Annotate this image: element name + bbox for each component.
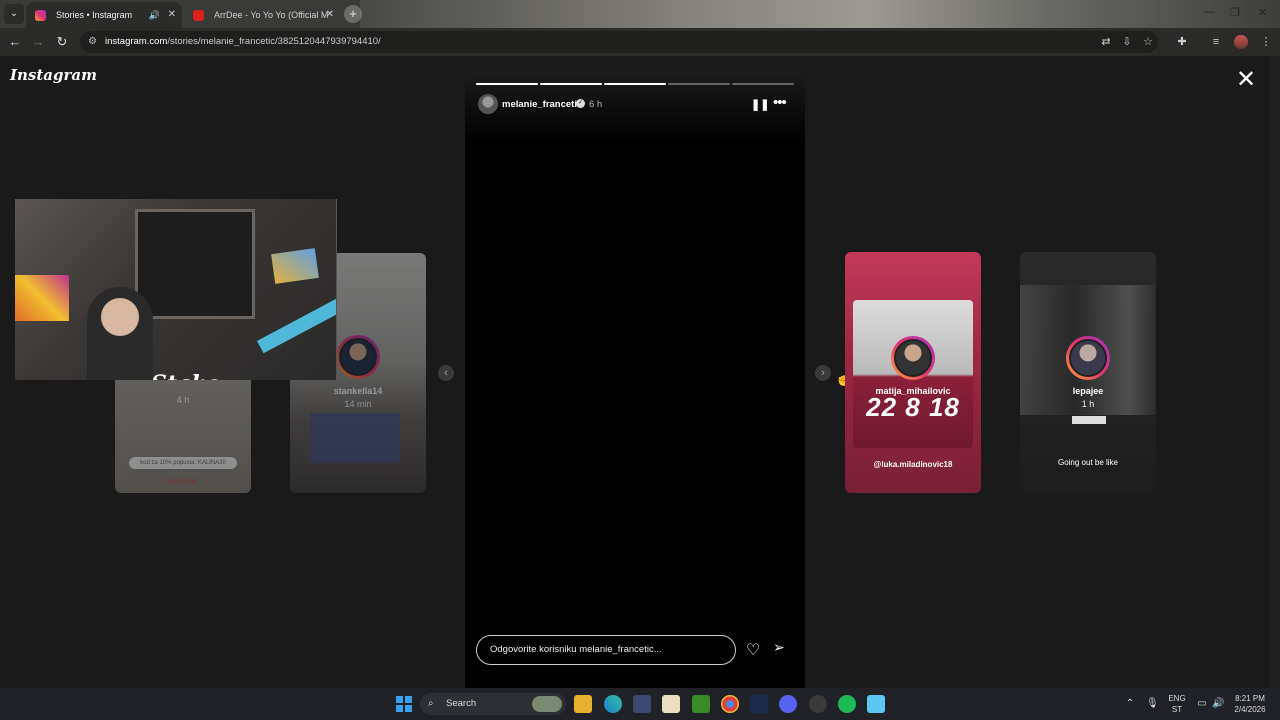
steam-icon[interactable] bbox=[750, 695, 768, 713]
language-indicator[interactable]: ENG ST bbox=[1166, 688, 1188, 720]
heart-icon[interactable]: ♡ bbox=[746, 640, 760, 660]
story-progress-segment bbox=[732, 83, 794, 85]
address-bar[interactable]: ⚙ instagram.com/stories/melanie_franceti… bbox=[80, 31, 1158, 53]
avatar bbox=[1066, 336, 1110, 380]
taskbar-search[interactable]: ⌕ Search bbox=[420, 693, 566, 715]
close-window-icon[interactable]: ✕ bbox=[1258, 6, 1267, 19]
story-time: 14 min bbox=[344, 399, 372, 409]
minimize-icon[interactable]: — bbox=[1204, 6, 1215, 18]
volume-icon[interactable]: 🔊 bbox=[1212, 688, 1224, 720]
promo-label: kod za 10% popusta: KALINA30 bbox=[129, 457, 237, 469]
forward-arrow-icon[interactable]: → bbox=[29, 33, 47, 51]
streamer-figure bbox=[87, 287, 153, 380]
headline-text: 22 8 18 bbox=[866, 392, 960, 422]
stream-webcam-overlay: Stake bbox=[15, 199, 337, 380]
new-tab-button[interactable]: + bbox=[344, 5, 362, 23]
verified-badge-icon: ✓ bbox=[576, 99, 585, 108]
notes-app-icon[interactable] bbox=[662, 695, 680, 713]
extensions-icon[interactable]: ✚ bbox=[1174, 34, 1190, 50]
story-progress-segment bbox=[604, 83, 666, 85]
browser-toolbar: ← → ↻ ⚙ instagram.com/stories/melanie_fr… bbox=[0, 28, 1280, 56]
microphone-icon[interactable]: 🎙 bbox=[1146, 688, 1159, 720]
windows-start-icon[interactable] bbox=[396, 696, 412, 712]
taskbar: ⌕ Search ⌃ 🎙 ENG ST ▭ 🔊 8:21 PM 2/4/2026 bbox=[0, 688, 1280, 720]
search-icon: ⌕ bbox=[428, 698, 434, 709]
mention-tag: @luka.miladinovic18 bbox=[873, 460, 953, 469]
story-username: lepajee bbox=[1072, 386, 1104, 396]
send-icon[interactable]: ➢ bbox=[773, 639, 785, 656]
previous-story-chevron-icon[interactable]: ‹ bbox=[438, 365, 454, 381]
media-controls-icon[interactable]: ≡ bbox=[1208, 34, 1224, 50]
app-icon[interactable] bbox=[809, 695, 827, 713]
profile-avatar[interactable] bbox=[1234, 35, 1248, 49]
instagram-logo[interactable]: Instagram bbox=[10, 66, 97, 84]
promo-title: KUPON bbox=[168, 479, 198, 486]
maximize-icon[interactable]: ❐ bbox=[1230, 6, 1240, 19]
pause-icon[interactable]: ❚❚ bbox=[751, 98, 769, 111]
browser-tab-strip: ⌄ Stories • Instagram 🔊 ✕ ArrDee - Yo Yo… bbox=[0, 0, 1280, 28]
stake-logo: Stake bbox=[151, 371, 221, 380]
edge-icon[interactable] bbox=[604, 695, 622, 713]
stories-page: Instagram ✕ 4 h kod za 10% popusta: KALI… bbox=[0, 56, 1280, 688]
story-viewer[interactable]: melanie_francetic ✓ 6 h ❚❚ ••• Odgovorit… bbox=[465, 72, 805, 688]
tab-strip-background bbox=[360, 0, 1280, 28]
story-card-matija-mihailovic[interactable]: matija_mihailovic 22 8 18 @luka.miladino… bbox=[845, 252, 981, 493]
story-progress-segment bbox=[668, 83, 730, 85]
next-story-chevron-icon[interactable]: › bbox=[815, 365, 831, 381]
tab-title: Stories • Instagram bbox=[56, 10, 133, 20]
discord-icon[interactable] bbox=[779, 695, 797, 713]
story-time: 6 h bbox=[589, 99, 603, 110]
install-app-icon[interactable]: ⇩ bbox=[1119, 34, 1135, 50]
avatar bbox=[891, 336, 935, 380]
story-card-lepajee[interactable]: lepajee 1 h Going out be like bbox=[1020, 252, 1156, 493]
youtube-icon bbox=[193, 10, 204, 21]
url-text: instagram.com/stories/melanie_francetic/… bbox=[105, 36, 381, 47]
story-caption: Going out be like bbox=[1057, 458, 1119, 467]
network-icon[interactable]: ▭ bbox=[1196, 688, 1208, 720]
page-scrollbar[interactable] bbox=[1270, 56, 1280, 688]
bookmark-star-icon[interactable]: ☆ bbox=[1140, 34, 1156, 50]
story-progress-segment bbox=[540, 83, 602, 85]
minecraft-icon[interactable] bbox=[692, 695, 710, 713]
notepad-icon[interactable] bbox=[867, 695, 885, 713]
story-progress-segment bbox=[476, 83, 538, 85]
story-username: stankella14 bbox=[333, 386, 383, 396]
menu-kebab-icon[interactable]: ⋮ bbox=[1258, 34, 1274, 50]
file-explorer-icon[interactable] bbox=[574, 695, 592, 713]
instagram-icon bbox=[35, 10, 46, 21]
close-stories-button[interactable]: ✕ bbox=[1236, 68, 1256, 92]
tab-title: ArrDee - Yo Yo Yo (Official M bbox=[214, 10, 329, 20]
story-username[interactable]: melanie_francetic bbox=[502, 99, 582, 110]
speaker-icon[interactable]: 🔊 bbox=[149, 2, 160, 28]
chrome-icon[interactable] bbox=[721, 695, 739, 713]
search-label: Search bbox=[446, 698, 477, 709]
avatar[interactable] bbox=[478, 94, 498, 114]
story-time: 4 h bbox=[176, 395, 190, 405]
back-arrow-icon[interactable]: ← bbox=[6, 33, 24, 51]
translate-icon[interactable]: ⇄ bbox=[1098, 34, 1114, 50]
close-icon[interactable]: ✕ bbox=[326, 2, 334, 28]
chevron-up-icon[interactable]: ⌃ bbox=[1124, 688, 1136, 720]
story-time: 1 h bbox=[1081, 399, 1095, 409]
store-icon[interactable] bbox=[633, 695, 651, 713]
reply-input[interactable]: Odgovorite korisniku melanie_francetic..… bbox=[476, 635, 736, 665]
close-icon[interactable]: ✕ bbox=[168, 2, 176, 28]
clock[interactable]: 8:21 PM 2/4/2026 bbox=[1228, 688, 1272, 720]
tab-youtube[interactable]: ArrDee - Yo Yo Yo (Official M ✕ bbox=[184, 2, 340, 28]
more-options-icon[interactable]: ••• bbox=[773, 94, 787, 111]
site-info-icon[interactable]: ⚙ bbox=[88, 36, 97, 47]
tab-stories-instagram[interactable]: Stories • Instagram 🔊 ✕ bbox=[26, 2, 182, 28]
avatar bbox=[336, 335, 380, 379]
tab-search-button[interactable]: ⌄ bbox=[4, 4, 24, 24]
reload-icon[interactable]: ↻ bbox=[53, 33, 71, 51]
spotify-icon[interactable] bbox=[838, 695, 856, 713]
